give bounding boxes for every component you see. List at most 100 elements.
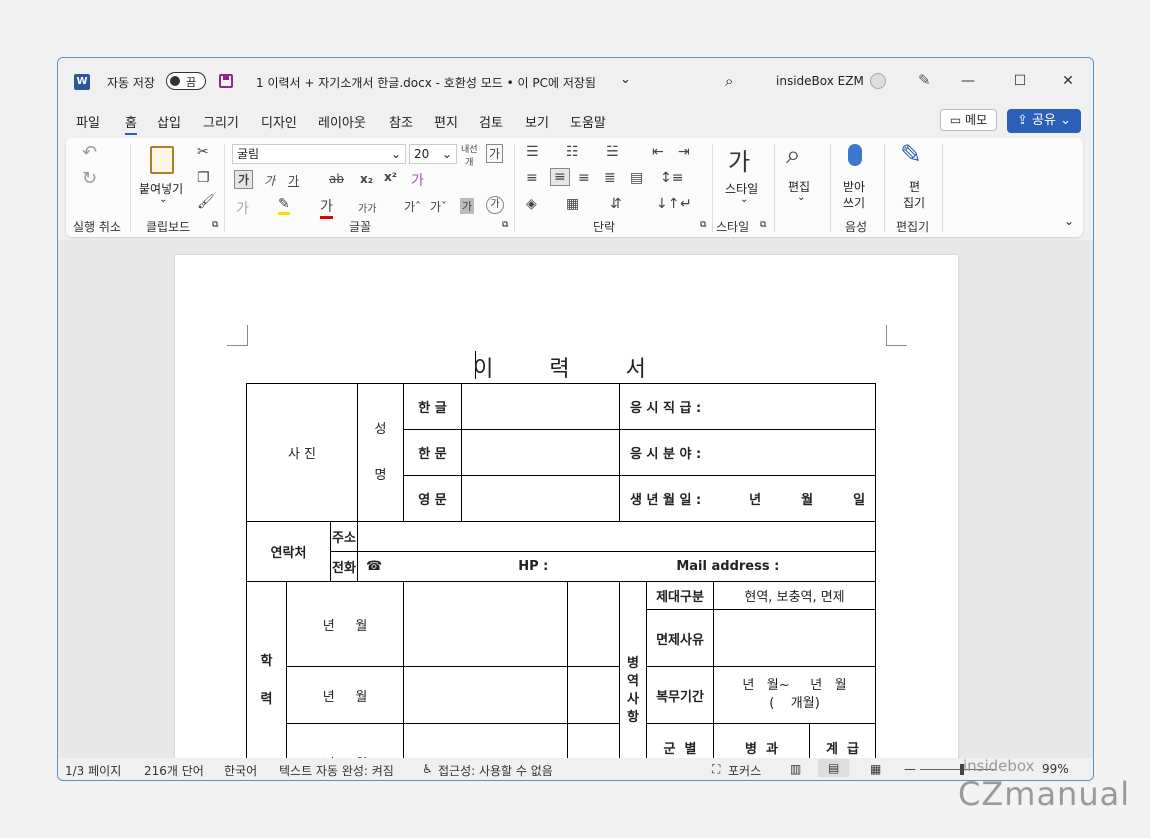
search-icon[interactable]: ⌕ <box>725 72 733 90</box>
photo-cell[interactable]: 사 진 <box>246 383 358 522</box>
edu-date-3[interactable]: 년 월 <box>286 723 404 758</box>
sort-icon[interactable]: ↓↑ <box>656 196 679 212</box>
font-name-combo[interactable]: 굴림 ⌄ <box>232 144 406 164</box>
align-center-icon[interactable]: ≡ <box>550 168 570 186</box>
cut-icon[interactable]: ✂ <box>197 144 209 160</box>
zoom-out-icon[interactable]: — <box>904 762 916 776</box>
document-page[interactable]: 이 력 서 사 진 성명 한 글 응 시 직 급 : 한 문 응 시 분 야 : <box>175 255 958 758</box>
edu-school-1[interactable] <box>403 581 568 667</box>
grow-font-icon[interactable]: 내선 개 <box>461 142 478 168</box>
edu-school-3[interactable] <box>403 723 568 758</box>
tab-view[interactable]: 보기 <box>525 112 549 131</box>
editor-icon[interactable]: ✎ <box>900 140 922 170</box>
clear-format-icon[interactable]: 가 <box>411 170 424 190</box>
focus-label[interactable]: 포커스 <box>728 762 761 779</box>
language[interactable]: 한국어 <box>224 762 257 779</box>
close-button[interactable]: ✕ <box>1056 70 1080 92</box>
shrink-icon[interactable]: 가ˇ <box>430 198 447 215</box>
char-shading-icon[interactable]: 가가 <box>358 200 376 215</box>
underline-icon[interactable]: 가 <box>288 172 299 189</box>
chevron-down-icon[interactable]: ⌄ <box>159 194 167 205</box>
numbering-icon[interactable]: ☷ <box>566 144 579 160</box>
dictate-label-2[interactable]: 쓰기 <box>843 194 865 211</box>
user-name[interactable]: insideBox EZM <box>776 74 864 88</box>
undo-icon[interactable]: ↶ <box>82 142 97 163</box>
dictate-label-1[interactable]: 받아 <box>843 178 865 195</box>
microphone-icon[interactable] <box>848 144 862 166</box>
change-case-icon[interactable]: 가 <box>486 144 504 163</box>
borders-icon[interactable]: ▦ <box>566 196 579 212</box>
birth-field[interactable]: 생 년 월 일 : 년 월 일 <box>619 475 876 522</box>
avatar[interactable] <box>870 73 886 89</box>
service-period-value[interactable]: 년 월~ 년 월 ( 개월) <box>713 666 876 724</box>
grow-icon[interactable]: 가ˆ <box>404 198 421 215</box>
minimize-button[interactable]: — <box>956 70 980 92</box>
address-field[interactable] <box>357 521 876 552</box>
superscript-icon[interactable]: x² <box>384 170 397 184</box>
show-marks-icon[interactable]: ↵ <box>680 196 692 212</box>
page-count[interactable]: 1/3 페이지 <box>65 762 121 779</box>
decrease-indent-icon[interactable]: ⇤ <box>652 144 664 160</box>
subscript-icon[interactable]: x₂ <box>360 172 373 186</box>
chevron-down-icon[interactable]: ⌄ <box>620 72 631 87</box>
tab-mailings[interactable]: 편지 <box>434 112 458 131</box>
tab-references[interactable]: 참조 <box>389 112 413 131</box>
edu-date-1[interactable]: 년 월 <box>286 581 404 667</box>
document-title[interactable]: 1 이력서 + 자기소개서 한글.docx - 호환성 모드 • 이 PC에 저… <box>256 74 596 91</box>
print-layout-icon[interactable]: ▤ <box>818 759 850 777</box>
multilevel-list-icon[interactable]: ☱ <box>606 144 619 160</box>
chevron-down-icon[interactable]: ⌄ <box>740 194 748 205</box>
enclose-char-icon[interactable]: 가 <box>486 196 504 214</box>
designer-icon[interactable]: ✎ <box>918 71 931 89</box>
maximize-button[interactable]: ☐ <box>1008 70 1032 92</box>
document-title[interactable]: 이 력 서 <box>175 351 958 383</box>
edu-status-1[interactable] <box>567 581 620 667</box>
read-mode-icon[interactable]: ▥ <box>790 762 801 776</box>
align-left-icon[interactable]: ≡ <box>526 170 538 186</box>
web-layout-icon[interactable]: ▦ <box>870 762 881 776</box>
font-color-icon[interactable]: 가 <box>320 196 333 219</box>
exempt-reason-value[interactable] <box>713 609 876 667</box>
edu-status-3[interactable] <box>567 723 620 758</box>
autosave-toggle[interactable]: 끔 <box>166 72 206 90</box>
dialog-launcher-icon[interactable]: ⧉ <box>212 220 218 230</box>
chevron-down-icon[interactable]: ⌄ <box>797 192 805 203</box>
resume-table[interactable]: 사 진 성명 한 글 응 시 직 급 : 한 문 응 시 분 야 : 영 문 생… <box>246 383 876 758</box>
copy-icon[interactable]: ❐ <box>197 170 210 186</box>
save-icon[interactable] <box>219 74 233 88</box>
editor-label-2[interactable]: 집기 <box>903 194 925 211</box>
memo-button[interactable]: ▭ 메모 <box>940 109 997 131</box>
bold-icon[interactable]: 가 <box>234 170 254 189</box>
edu-status-2[interactable] <box>567 666 620 724</box>
format-painter-icon[interactable]: 🖌 <box>197 194 215 210</box>
distributed-icon[interactable]: ▤ <box>630 170 643 186</box>
tab-review[interactable]: 검토 <box>479 112 503 131</box>
char-border-icon[interactable]: 가 <box>460 198 475 214</box>
paste-icon[interactable] <box>150 146 174 174</box>
tab-help[interactable]: 도움말 <box>570 112 606 131</box>
accessibility-status[interactable]: 접근성: 사용할 수 없음 <box>438 762 553 779</box>
editor-label-1[interactable]: 편 <box>909 178 920 195</box>
dialog-launcher-icon[interactable]: ⧉ <box>760 220 766 230</box>
italic-icon[interactable]: 가 <box>264 172 275 189</box>
ribbon-collapse-icon[interactable]: ⌄ <box>1064 214 1074 228</box>
justify-icon[interactable]: ≣ <box>604 170 616 186</box>
dialog-launcher-icon[interactable]: ⧉ <box>700 220 706 230</box>
bullets-icon[interactable]: ☰ <box>526 144 539 160</box>
tab-file[interactable]: 파일 <box>76 112 100 131</box>
find-icon[interactable]: ⌕ <box>786 140 801 171</box>
tab-draw[interactable]: 그리기 <box>203 112 239 131</box>
tab-layout[interactable]: 레이아웃 <box>318 112 366 131</box>
hangul-field[interactable] <box>461 383 620 430</box>
autocomplete-status[interactable]: 텍스트 자동 완성: 켜짐 <box>279 762 394 779</box>
line-spacing-icon[interactable]: ↕≡ <box>660 170 683 186</box>
text-direction-icon[interactable]: ⇵ <box>610 196 622 212</box>
tab-design[interactable]: 디자인 <box>261 112 297 131</box>
styles-icon[interactable]: 가 <box>728 142 750 177</box>
tab-insert[interactable]: 삽입 <box>157 112 181 131</box>
align-right-icon[interactable]: ≡ <box>578 170 590 186</box>
share-button[interactable]: ⇪ 공유 ⌄ <box>1007 109 1081 133</box>
edu-date-2[interactable]: 년 월 <box>286 666 404 724</box>
edu-school-2[interactable] <box>403 666 568 724</box>
hanja-field[interactable] <box>461 429 620 476</box>
